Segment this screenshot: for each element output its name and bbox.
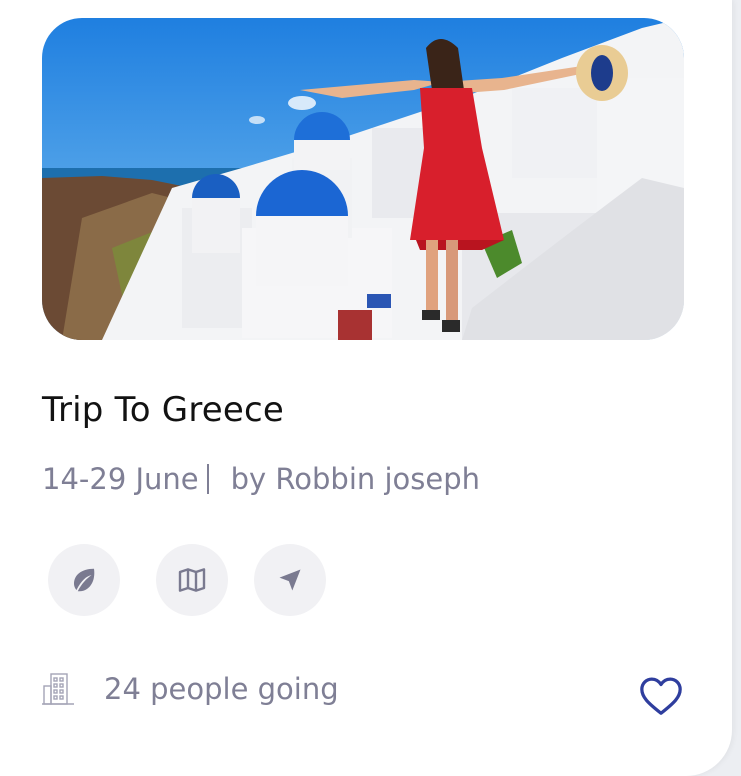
favorite-button[interactable]: [638, 674, 684, 718]
map-icon: [178, 568, 206, 592]
building-icon: [42, 673, 74, 705]
map-button[interactable]: [156, 544, 228, 616]
navigation-icon: [279, 569, 301, 591]
trip-card[interactable]: Trip To Greece 14-29 June by Robbin jose…: [0, 0, 732, 776]
meta-divider: [206, 464, 209, 494]
trip-meta: 14-29 June by Robbin joseph: [42, 462, 480, 496]
heart-icon: [640, 677, 682, 715]
trip-dates: 14-29 June: [42, 462, 199, 496]
leaf-button[interactable]: [48, 544, 120, 616]
navigate-button[interactable]: [254, 544, 326, 616]
attendance-count: 24 people going: [104, 672, 339, 706]
trip-title: Trip To Greece: [42, 390, 285, 430]
leaf-icon: [74, 568, 95, 592]
attendance-row: 24 people going: [42, 672, 339, 706]
trip-photo: [42, 18, 684, 340]
trip-organizer[interactable]: by Robbin joseph: [231, 462, 480, 496]
